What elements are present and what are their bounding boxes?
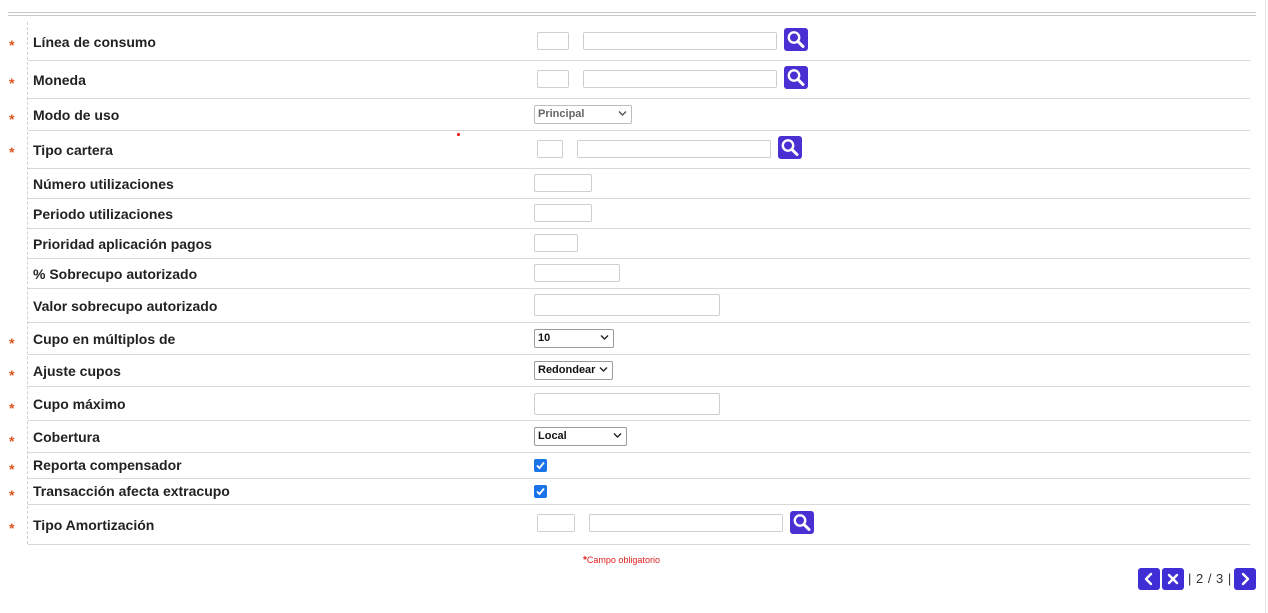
required-marker: * xyxy=(9,144,15,160)
close-icon xyxy=(1167,573,1179,585)
cupo-multiplos-select[interactable]: 10 xyxy=(534,329,614,348)
red-dot-marker xyxy=(457,133,460,136)
page-indicator: | 2 / 3 | xyxy=(1188,571,1232,586)
required-footnote: *Campo obligatorio xyxy=(583,555,660,566)
tipo-cartera-search-button[interactable] xyxy=(778,136,802,159)
row-prioridad-pagos: Prioridad aplicación pagos xyxy=(28,228,1250,259)
label-tipo-cartera: Tipo cartera xyxy=(33,142,113,158)
next-page-button[interactable] xyxy=(1234,568,1256,590)
label-moneda: Moneda xyxy=(33,72,86,88)
ajuste-cupos-select[interactable]: Redondear xyxy=(534,361,613,380)
label-modo-uso: Modo de uso xyxy=(33,107,120,123)
periodo-utilizaciones-input[interactable] xyxy=(534,204,592,222)
moneda-desc-input[interactable] xyxy=(583,70,777,88)
label-reporta-compensador: Reporta compensador xyxy=(33,457,182,473)
afecta-extracupo-checkbox[interactable] xyxy=(534,485,547,498)
chevron-down-icon xyxy=(600,335,609,340)
ajuste-cupos-select-value: Redondear xyxy=(538,364,596,376)
prioridad-pagos-input[interactable] xyxy=(534,234,578,252)
linea-consumo-code-input[interactable] xyxy=(537,32,569,50)
search-icon xyxy=(787,31,805,48)
row-linea-consumo: * Línea de consumo xyxy=(9,22,1250,61)
required-marker: * xyxy=(9,520,15,536)
label-linea-consumo: Línea de consumo xyxy=(33,34,156,50)
label-afecta-extracupo: Transacción afecta extracupo xyxy=(33,483,230,499)
label-cupo-multiplos: Cupo en múltiplos de xyxy=(33,331,176,347)
label-valor-sobrecupo: Valor sobrecupo autorizado xyxy=(33,298,218,314)
row-afecta-extracupo: * Transacción afecta extracupo xyxy=(9,478,1250,505)
cupo-maximo-input[interactable] xyxy=(534,393,720,415)
chevron-right-icon xyxy=(1241,572,1250,586)
moneda-search-button[interactable] xyxy=(784,66,808,89)
row-cupo-multiplos: * Cupo en múltiplos de 10 xyxy=(9,322,1250,355)
tipo-amortizacion-desc-input[interactable] xyxy=(589,514,783,532)
porcentaje-sobrecupo-input[interactable] xyxy=(534,264,620,282)
top-divider xyxy=(8,12,1256,13)
required-marker: * xyxy=(9,37,15,53)
required-marker: * xyxy=(9,487,15,503)
row-reporta-compensador: * Reporta compensador xyxy=(9,452,1250,479)
row-modo-uso: * Modo de uso Principal xyxy=(9,98,1250,131)
row-ajuste-cupos: * Ajuste cupos Redondear xyxy=(9,354,1250,387)
row-tipo-amortizacion: * Tipo Amortización xyxy=(9,504,1250,545)
row-periodo-utilizaciones: Periodo utilizaciones xyxy=(28,198,1250,229)
previous-page-button[interactable] xyxy=(1138,568,1160,590)
label-periodo-utilizaciones: Periodo utilizaciones xyxy=(33,206,174,222)
label-ajuste-cupos: Ajuste cupos xyxy=(33,363,121,379)
top-divider-secondary xyxy=(8,15,1256,16)
required-marker: * xyxy=(9,367,15,383)
valor-sobrecupo-input[interactable] xyxy=(534,294,720,316)
linea-consumo-desc-input[interactable] xyxy=(583,32,777,50)
search-icon xyxy=(793,514,811,531)
checkmark-icon xyxy=(536,461,545,470)
search-icon xyxy=(787,69,805,86)
row-porcentaje-sobrecupo: % Sobrecupo autorizado xyxy=(28,258,1250,289)
label-cobertura: Cobertura xyxy=(33,429,100,445)
checkmark-icon xyxy=(536,487,545,496)
cobertura-select[interactable]: Local xyxy=(534,427,627,446)
label-cupo-maximo: Cupo máximo xyxy=(33,396,126,412)
linea-consumo-search-button[interactable] xyxy=(784,28,808,51)
cobertura-select-value: Local xyxy=(538,430,567,442)
modo-uso-select[interactable]: Principal xyxy=(534,105,632,124)
right-border xyxy=(1265,0,1266,613)
row-numero-utilizaciones: Número utilizaciones xyxy=(28,168,1250,199)
close-button[interactable] xyxy=(1162,568,1184,590)
numero-utilizaciones-input[interactable] xyxy=(534,174,592,192)
row-cobertura: * Cobertura Local xyxy=(9,420,1250,453)
tipo-cartera-desc-input[interactable] xyxy=(577,140,771,158)
row-moneda: * Moneda xyxy=(9,60,1250,99)
required-marker: * xyxy=(9,461,15,477)
chevron-down-icon xyxy=(613,433,622,438)
tipo-amortizacion-search-button[interactable] xyxy=(790,511,814,534)
tipo-amortizacion-code-input[interactable] xyxy=(537,514,575,532)
label-prioridad-pagos: Prioridad aplicación pagos xyxy=(33,236,212,252)
reporta-compensador-checkbox[interactable] xyxy=(534,459,547,472)
tipo-cartera-code-input[interactable] xyxy=(537,140,563,158)
moneda-code-input[interactable] xyxy=(537,70,569,88)
search-icon xyxy=(781,139,799,156)
required-marker: * xyxy=(9,400,15,416)
chevron-down-icon xyxy=(618,111,627,116)
row-valor-sobrecupo: Valor sobrecupo autorizado xyxy=(28,288,1250,323)
label-tipo-amortizacion: Tipo Amortización xyxy=(33,517,155,533)
required-marker: * xyxy=(9,75,15,91)
label-numero-utilizaciones: Número utilizaciones xyxy=(33,176,174,192)
label-porcentaje-sobrecupo: % Sobrecupo autorizado xyxy=(33,266,198,282)
cupo-multiplos-select-value: 10 xyxy=(538,332,551,344)
required-marker: * xyxy=(9,433,15,449)
footnote-text: Campo obligatorio xyxy=(586,555,660,565)
required-marker: * xyxy=(9,111,15,127)
chevron-down-icon xyxy=(599,367,608,372)
row-cupo-maximo: * Cupo máximo xyxy=(9,386,1250,421)
row-tipo-cartera: * Tipo cartera xyxy=(9,130,1250,169)
modo-uso-select-value: Principal xyxy=(538,108,585,120)
chevron-left-icon xyxy=(1144,572,1153,586)
required-marker: * xyxy=(9,335,15,351)
